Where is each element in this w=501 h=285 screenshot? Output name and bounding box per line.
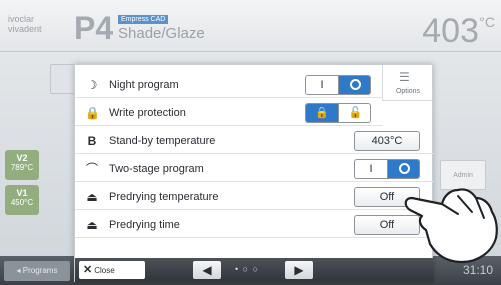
locked-option[interactable]: 🔒 xyxy=(306,104,339,122)
programs-button[interactable]: ◂ Programs xyxy=(4,261,70,281)
lock-icon: 🔒 xyxy=(85,106,100,120)
toggle-on[interactable]: I xyxy=(355,160,388,178)
standby-b-icon: B xyxy=(87,134,97,148)
previous-page-button[interactable]: ◀ xyxy=(193,261,221,279)
close-icon: ✕ xyxy=(83,264,93,276)
material-badge: Empress CAD xyxy=(118,15,169,24)
arrow-left-icon: ◀ xyxy=(202,263,212,277)
options-tab[interactable]: ☰ Options xyxy=(382,65,432,101)
row-write-protection: 🔒 Write protection 🔒 🔓 xyxy=(75,100,383,126)
two-stage-curve-icon: ⌒ xyxy=(85,162,98,176)
furnace-screen: ivoclar vivadent P4 Empress CAD Shade/Gl… xyxy=(0,0,501,285)
page-indicator: • ○ ○ xyxy=(235,264,260,274)
predrying-icon: ⏏ xyxy=(86,190,98,204)
pointing-hand-icon xyxy=(404,188,498,264)
toggle-off[interactable] xyxy=(339,76,370,94)
dialog-footer: ✕ Close ◀ • ○ ○ ▶ xyxy=(75,258,434,282)
side-value-v2[interactable]: V2 789°C xyxy=(5,150,39,180)
row-night-program: ☽ Night program I xyxy=(75,72,383,98)
night-program-icon: ☽ xyxy=(86,78,98,92)
row-predrying-temperature: ⏏ Predrying temperature Off xyxy=(75,184,434,210)
program-id: P4 xyxy=(74,10,114,46)
ivoclar-logo: ivoclar vivadent xyxy=(8,14,42,34)
options-icon: ☰ xyxy=(399,70,410,84)
standby-temperature-button[interactable]: 403°C xyxy=(354,131,420,151)
header-bar: ivoclar vivadent P4 Empress CAD Shade/Gl… xyxy=(0,0,501,52)
program-name: Shade/Glaze xyxy=(118,25,205,42)
night-program-toggle[interactable]: I xyxy=(305,75,371,95)
row-standby-temperature: B Stand-by temperature 403°C xyxy=(75,128,434,154)
unlocked-option[interactable]: 🔓 xyxy=(339,104,370,122)
toggle-on[interactable]: I xyxy=(306,76,339,94)
current-temperature: 403 xyxy=(422,12,479,50)
temperature-unit: °C xyxy=(479,14,495,30)
row-predrying-time: ⏏ Predrying time Off xyxy=(75,212,434,238)
predrying-icon: ⏏ xyxy=(86,218,98,232)
row-two-stage-program: ⌒ Two-stage program I xyxy=(75,156,434,182)
arrow-right-icon: ▶ xyxy=(294,263,304,277)
side-value-v1[interactable]: V1 450°C xyxy=(5,185,39,215)
settings-dialog: ☰ Options ☽ Night program I 🔒 Write prot… xyxy=(74,64,434,282)
next-page-button[interactable]: ▶ xyxy=(285,261,313,279)
write-protection-toggle[interactable]: 🔒 🔓 xyxy=(305,103,371,123)
close-button[interactable]: ✕ Close xyxy=(79,261,145,279)
